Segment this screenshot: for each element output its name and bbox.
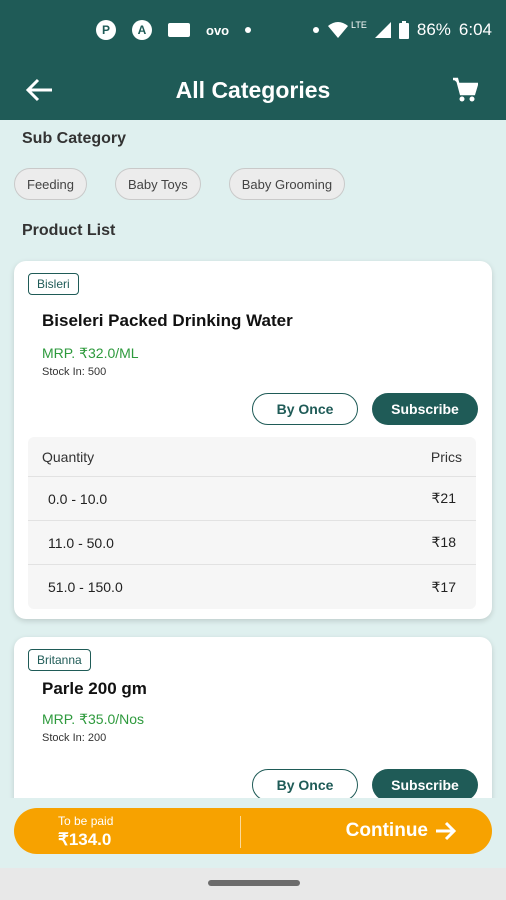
header-price: Prics bbox=[430, 448, 462, 465]
dot-icon bbox=[313, 27, 320, 33]
quantity-range: 51.0 - 150.0 bbox=[48, 579, 123, 595]
range-price: ₹17 bbox=[431, 578, 456, 595]
chip-feeding[interactable]: Feeding bbox=[14, 168, 87, 200]
divider bbox=[240, 816, 241, 848]
chip-baby-grooming[interactable]: Baby Grooming bbox=[228, 168, 346, 200]
status-notification-icons: P A ovo bbox=[96, 20, 320, 40]
system-nav-bar bbox=[0, 868, 506, 900]
by-once-button[interactable]: By Once bbox=[252, 769, 358, 798]
total-amount: ₹134.0 bbox=[58, 830, 112, 849]
notification-icon-2: A bbox=[132, 20, 152, 40]
notification-icon-1: P bbox=[96, 20, 116, 40]
product-list[interactable]: Bisleri Biseleri Packed Drinking Water M… bbox=[0, 250, 506, 798]
product-card: Britanna Parle 200 gm MRP. ₹35.0/Nos Sto… bbox=[14, 637, 492, 798]
notification-icon-3 bbox=[168, 23, 190, 37]
dot-icon bbox=[245, 27, 252, 33]
signal-icon bbox=[374, 22, 391, 38]
product-list-heading: Product List bbox=[22, 222, 116, 239]
subscribe-button[interactable]: Subscribe bbox=[372, 769, 478, 798]
price-table-header: Quantity Prics bbox=[28, 437, 476, 477]
price-table: Quantity Prics 0.0 - 10.0 ₹21 11.0 - 50.… bbox=[28, 437, 476, 609]
page-title: All Categories bbox=[175, 77, 331, 103]
table-row: 11.0 - 50.0 ₹18 bbox=[28, 521, 476, 565]
continue-label: Continue bbox=[345, 820, 428, 841]
sub-category-heading: Sub Category bbox=[22, 130, 127, 147]
chip-baby-toys[interactable]: Baby Toys bbox=[114, 168, 201, 200]
product-name: Parle 200 gm bbox=[42, 679, 147, 698]
ovo-icon: ovo bbox=[206, 22, 230, 38]
battery-percent: 86% bbox=[416, 20, 451, 39]
status-right: LTE 86% 6:04 bbox=[327, 20, 492, 40]
header-quantity: Quantity bbox=[42, 448, 95, 465]
product-mrp: MRP. ₹35.0/Nos bbox=[42, 711, 145, 727]
product-name: Biseleri Packed Drinking Water bbox=[42, 311, 293, 330]
product-card: Bisleri Biseleri Packed Drinking Water M… bbox=[14, 261, 492, 619]
lte-label: LTE bbox=[351, 20, 367, 30]
product-stock: Stock In: 500 bbox=[42, 366, 107, 378]
cart-icon[interactable] bbox=[452, 77, 478, 103]
sub-category-chips: Feeding Baby Toys Baby Grooming bbox=[14, 168, 346, 200]
by-once-button[interactable]: By Once bbox=[252, 393, 358, 425]
brand-tag: Britanna bbox=[28, 649, 91, 671]
to-be-paid-label: To be paid bbox=[58, 814, 114, 828]
continue-button[interactable]: Continue bbox=[346, 820, 458, 842]
wifi-icon bbox=[328, 22, 349, 38]
status-bar: P A ovo LTE 86% 6:04 bbox=[0, 0, 506, 60]
brand-tag: Bisleri bbox=[28, 273, 79, 295]
app-bar: All Categories bbox=[0, 60, 506, 120]
range-price: ₹18 bbox=[431, 534, 456, 550]
table-row: 51.0 - 150.0 ₹17 bbox=[28, 565, 476, 609]
payment-bar: To be paid ₹134.0 Continue bbox=[14, 808, 492, 854]
clock: 6:04 bbox=[458, 20, 492, 39]
arrow-right-icon bbox=[436, 821, 457, 841]
quantity-range: 0.0 - 10.0 bbox=[48, 490, 108, 507]
subscribe-button[interactable]: Subscribe bbox=[372, 393, 478, 425]
home-gesture-handle[interactable] bbox=[208, 880, 300, 886]
product-mrp: MRP. ₹32.0/ML bbox=[42, 345, 139, 361]
battery-icon bbox=[398, 21, 409, 39]
range-price: ₹21 bbox=[431, 490, 456, 506]
quantity-range: 11.0 - 50.0 bbox=[48, 534, 114, 551]
table-row: 0.0 - 10.0 ₹21 bbox=[28, 477, 476, 521]
product-stock: Stock In: 200 bbox=[42, 732, 107, 744]
